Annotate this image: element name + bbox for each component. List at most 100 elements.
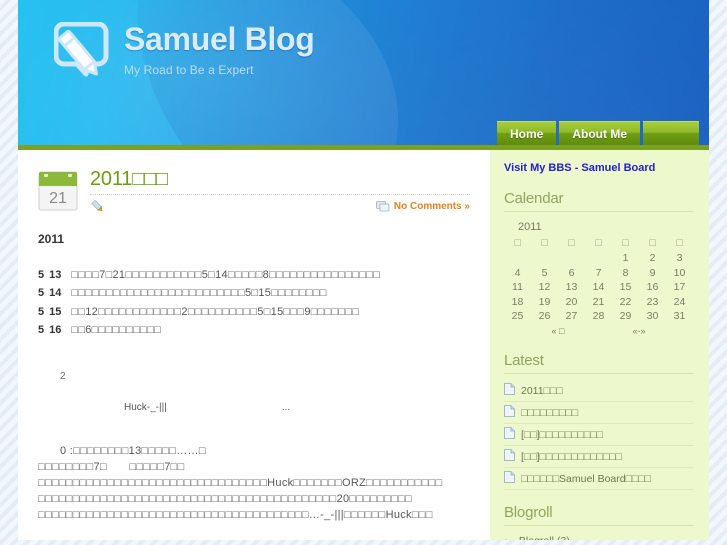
list-item-label: □□□□□□Samuel Board□□□□ bbox=[521, 472, 651, 485]
list-item[interactable]: [□□]□□□□□□□□□□ bbox=[504, 424, 693, 446]
paragraph-line: □□□□□□□□□□□□□□□□□□□□□□□□□□□□□□□□□□□□□□□…… bbox=[38, 509, 433, 522]
calendar-day[interactable]: 5 bbox=[531, 266, 558, 281]
site-title: Samuel Blog bbox=[124, 21, 315, 57]
calendar-day[interactable]: 22 bbox=[612, 295, 639, 310]
diary-month: 5 bbox=[38, 287, 45, 300]
list-item[interactable]: ► Blogroll (3) bbox=[504, 532, 693, 540]
diary-line: 5 15 □□12□□□□□□□□□□□□2□□□□□□□□□□5□15□□□9□□… bbox=[38, 305, 470, 320]
calendar-day[interactable]: 1 bbox=[612, 251, 639, 266]
diary-day: 16 bbox=[49, 324, 62, 337]
diary-month: 5 bbox=[38, 324, 45, 337]
document-icon bbox=[504, 427, 515, 442]
paragraph-line: □□□□□□□□7□ □□□□□7□□ bbox=[38, 461, 185, 474]
list-item[interactable]: □□□□□□□□□ bbox=[504, 402, 693, 424]
site-header: Samuel Blog My Road to Be a Expert Home … bbox=[18, 0, 709, 150]
calendar-day[interactable]: 15 bbox=[612, 280, 639, 295]
calendar-day[interactable]: 23 bbox=[639, 295, 666, 310]
stray-text: Huck-_-||| bbox=[124, 402, 167, 414]
calendar-day[interactable] bbox=[531, 251, 558, 266]
calendar-day[interactable]: 13 bbox=[558, 280, 585, 295]
site-branding[interactable]: Samuel Blog My Road to Be a Expert bbox=[53, 20, 315, 82]
calendar-day[interactable]: 8 bbox=[612, 266, 639, 281]
calendar-week-row: 1 2 3 bbox=[504, 251, 693, 266]
diary-text: □□□□7□21□□□□□□□□□□□5□14□□□□□8□□□□□□□□□□□… bbox=[71, 268, 381, 281]
list-item-label: Blogroll (3) bbox=[519, 535, 570, 540]
diary-day: 15 bbox=[49, 305, 62, 318]
calendar-body: 1 2 3 4 5 6 7 8 9 10 11 12 13 14 15 16 1… bbox=[504, 251, 693, 338]
calendar-day[interactable]: 17 bbox=[666, 280, 693, 295]
nav-item-about-me[interactable]: About Me bbox=[559, 121, 640, 145]
calendar-divider bbox=[504, 211, 693, 212]
nav-item-extra[interactable] bbox=[643, 121, 699, 145]
speech-bubble-pencil-icon bbox=[53, 21, 110, 82]
main-navigation: Home About Me bbox=[497, 121, 699, 145]
list-item-label: 2011□□□ bbox=[521, 384, 563, 397]
calendar-day[interactable]: 9 bbox=[639, 266, 666, 281]
latest-heading: Latest bbox=[504, 352, 544, 369]
latest-list: 2011□□□ □□□□□□□□□ [□□]□□□□□□□□□□ [□□]□□□… bbox=[504, 380, 693, 490]
document-icon bbox=[504, 449, 515, 464]
calendar-day[interactable]: 3 bbox=[666, 251, 693, 266]
diary-month: 5 bbox=[38, 268, 45, 281]
calendar-day[interactable]: 24 bbox=[666, 295, 693, 310]
diary-day: 14 bbox=[49, 287, 62, 300]
diary-line: 5 16 □□6□□□□□□□□□□ bbox=[38, 323, 470, 338]
calendar-prev-link[interactable]: « □ bbox=[531, 324, 585, 339]
calendar-day[interactable]: 28 bbox=[585, 309, 612, 324]
calendar-day[interactable]: 2 bbox=[639, 251, 666, 266]
diary-text: □□□□□□□□□□□□□□□□□□□□□□□□□5□15□□□□□□□□ bbox=[71, 287, 327, 300]
calendar-day[interactable] bbox=[504, 251, 531, 266]
stray-gap bbox=[167, 401, 282, 414]
list-item-label: [□□]□□□□□□□□□□□□□ bbox=[521, 450, 622, 463]
calendar-day-today[interactable]: 21 bbox=[585, 295, 612, 310]
calendar-day[interactable]: 18 bbox=[504, 295, 531, 310]
calendar-day[interactable]: 31 bbox=[666, 309, 693, 324]
comments-label: No Comments » bbox=[393, 201, 470, 212]
calendar-icon: 21 bbox=[38, 170, 78, 212]
pencil-icon[interactable] bbox=[90, 199, 105, 214]
blogroll-heading: Blogroll bbox=[504, 504, 553, 521]
post-title[interactable]: 2011□□□ bbox=[90, 168, 470, 191]
calendar-day[interactable]: 12 bbox=[531, 280, 558, 295]
comments-link[interactable]: No Comments » bbox=[375, 200, 470, 213]
sidebar-bbs-link[interactable]: Visit My BBS - Samuel Board bbox=[504, 162, 693, 174]
calendar-day[interactable]: 20 bbox=[558, 295, 585, 310]
calendar-day[interactable] bbox=[558, 251, 585, 266]
weekday-cell: □ bbox=[514, 237, 521, 249]
list-item[interactable]: □□□□□□Samuel Board□□□□ bbox=[504, 468, 693, 490]
calendar-week-row: 11 12 13 14 15 16 17 bbox=[504, 280, 693, 295]
calendar-day[interactable]: 11 bbox=[504, 280, 531, 295]
post-body: 2011 5 13 □□□□7□21□□□□□□□□□□□5□14□□□□□8□□□… bbox=[38, 232, 470, 524]
page-root: Samuel Blog My Road to Be a Expert Home … bbox=[0, 0, 727, 545]
calendar-heading: Calendar bbox=[504, 190, 564, 207]
list-item[interactable]: 2011□□□ bbox=[504, 380, 693, 402]
calendar-day[interactable]: 27 bbox=[558, 309, 585, 324]
document-icon bbox=[504, 471, 515, 486]
calendar-head: □ □ □ □ □ □ □ bbox=[504, 235, 693, 251]
calendar-nav-row: « □ «-» bbox=[504, 324, 693, 339]
post-meta-left bbox=[90, 199, 105, 214]
list-item-label: □□□□□□□□□ bbox=[521, 406, 579, 419]
calendar-day[interactable]: 29 bbox=[612, 309, 639, 324]
calendar-day[interactable]: 4 bbox=[504, 266, 531, 281]
calendar-day[interactable]: 25 bbox=[504, 309, 531, 324]
list-item-label: [□□]□□□□□□□□□□ bbox=[521, 428, 603, 441]
calendar-day[interactable] bbox=[585, 251, 612, 266]
calendar-next-link[interactable]: «-» bbox=[612, 324, 666, 339]
calendar-day[interactable]: 30 bbox=[639, 309, 666, 324]
calendar-table: □ □ □ □ □ □ □ 1 2 3 4 5 6 7 8 9 10 11 12… bbox=[504, 235, 693, 338]
post-meta: No Comments » bbox=[90, 194, 470, 214]
calendar-day[interactable]: 14 bbox=[585, 280, 612, 295]
calendar-day[interactable]: 10 bbox=[666, 266, 693, 281]
site-tagline: My Road to Be a Expert bbox=[124, 63, 254, 77]
nav-item-home[interactable]: Home bbox=[497, 121, 557, 145]
calendar-day[interactable]: 7 bbox=[585, 266, 612, 281]
calendar-day[interactable]: 16 bbox=[639, 280, 666, 295]
calendar-day[interactable]: 6 bbox=[558, 266, 585, 281]
weekday-cell: □ bbox=[595, 237, 602, 249]
blogroll-list: ► Blogroll (3) ► □□□□ (3) bbox=[504, 532, 693, 540]
calendar-day[interactable]: 26 bbox=[531, 309, 558, 324]
list-item[interactable]: [□□]□□□□□□□□□□□□□ bbox=[504, 446, 693, 468]
sidebar-calendar-widget: Calendar 20 11 □ □ □ □ □ □ □ 1 2 3 4 5 6 … bbox=[504, 190, 693, 338]
calendar-day[interactable]: 19 bbox=[531, 295, 558, 310]
